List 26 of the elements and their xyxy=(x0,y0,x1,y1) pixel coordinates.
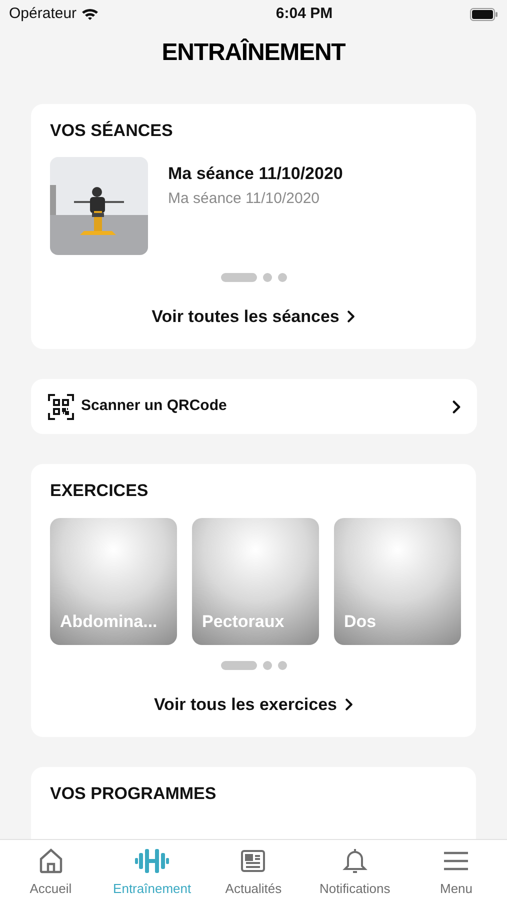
clock-time: 6:04 PM xyxy=(276,4,333,24)
section-heading: VOS SÉANCES xyxy=(50,120,174,142)
session-title[interactable]: Ma séance 11/10/2020 xyxy=(168,160,343,186)
wifi-icon xyxy=(80,7,99,21)
section-heading: EXERCICES xyxy=(50,480,150,502)
chevron-icon xyxy=(452,400,461,414)
chevron-icon xyxy=(345,698,353,711)
section-heading: VOS PROGRAMMES xyxy=(50,783,218,805)
chevron-icon xyxy=(347,310,356,323)
qr-code-icon xyxy=(47,392,75,420)
tab[interactable]: Accueil xyxy=(2,846,99,898)
battery-icon xyxy=(470,8,498,20)
see-all-sessions-link[interactable]: Voir toutes les séances xyxy=(152,304,356,329)
tab[interactable]: Menu xyxy=(408,846,504,898)
bell-icon xyxy=(342,847,368,875)
tab[interactable]: Notifications xyxy=(306,846,403,898)
session-subtitle: Ma séance 11/10/2020 xyxy=(168,189,321,209)
menu-icon xyxy=(443,850,470,872)
page-title: ENTRAÎNEMENT xyxy=(162,38,346,68)
see-all-exercises-link[interactable]: Voir tous les exercices xyxy=(154,692,353,717)
tab[interactable]: Actualités xyxy=(205,846,302,898)
newspaper-icon xyxy=(240,848,266,874)
tab[interactable]: Entraînement xyxy=(104,846,200,898)
dumbbell-icon xyxy=(134,847,170,875)
carrier-name: Opérateur xyxy=(9,4,77,24)
scan-qr-button[interactable]: Scanner un QRCode xyxy=(31,379,477,434)
